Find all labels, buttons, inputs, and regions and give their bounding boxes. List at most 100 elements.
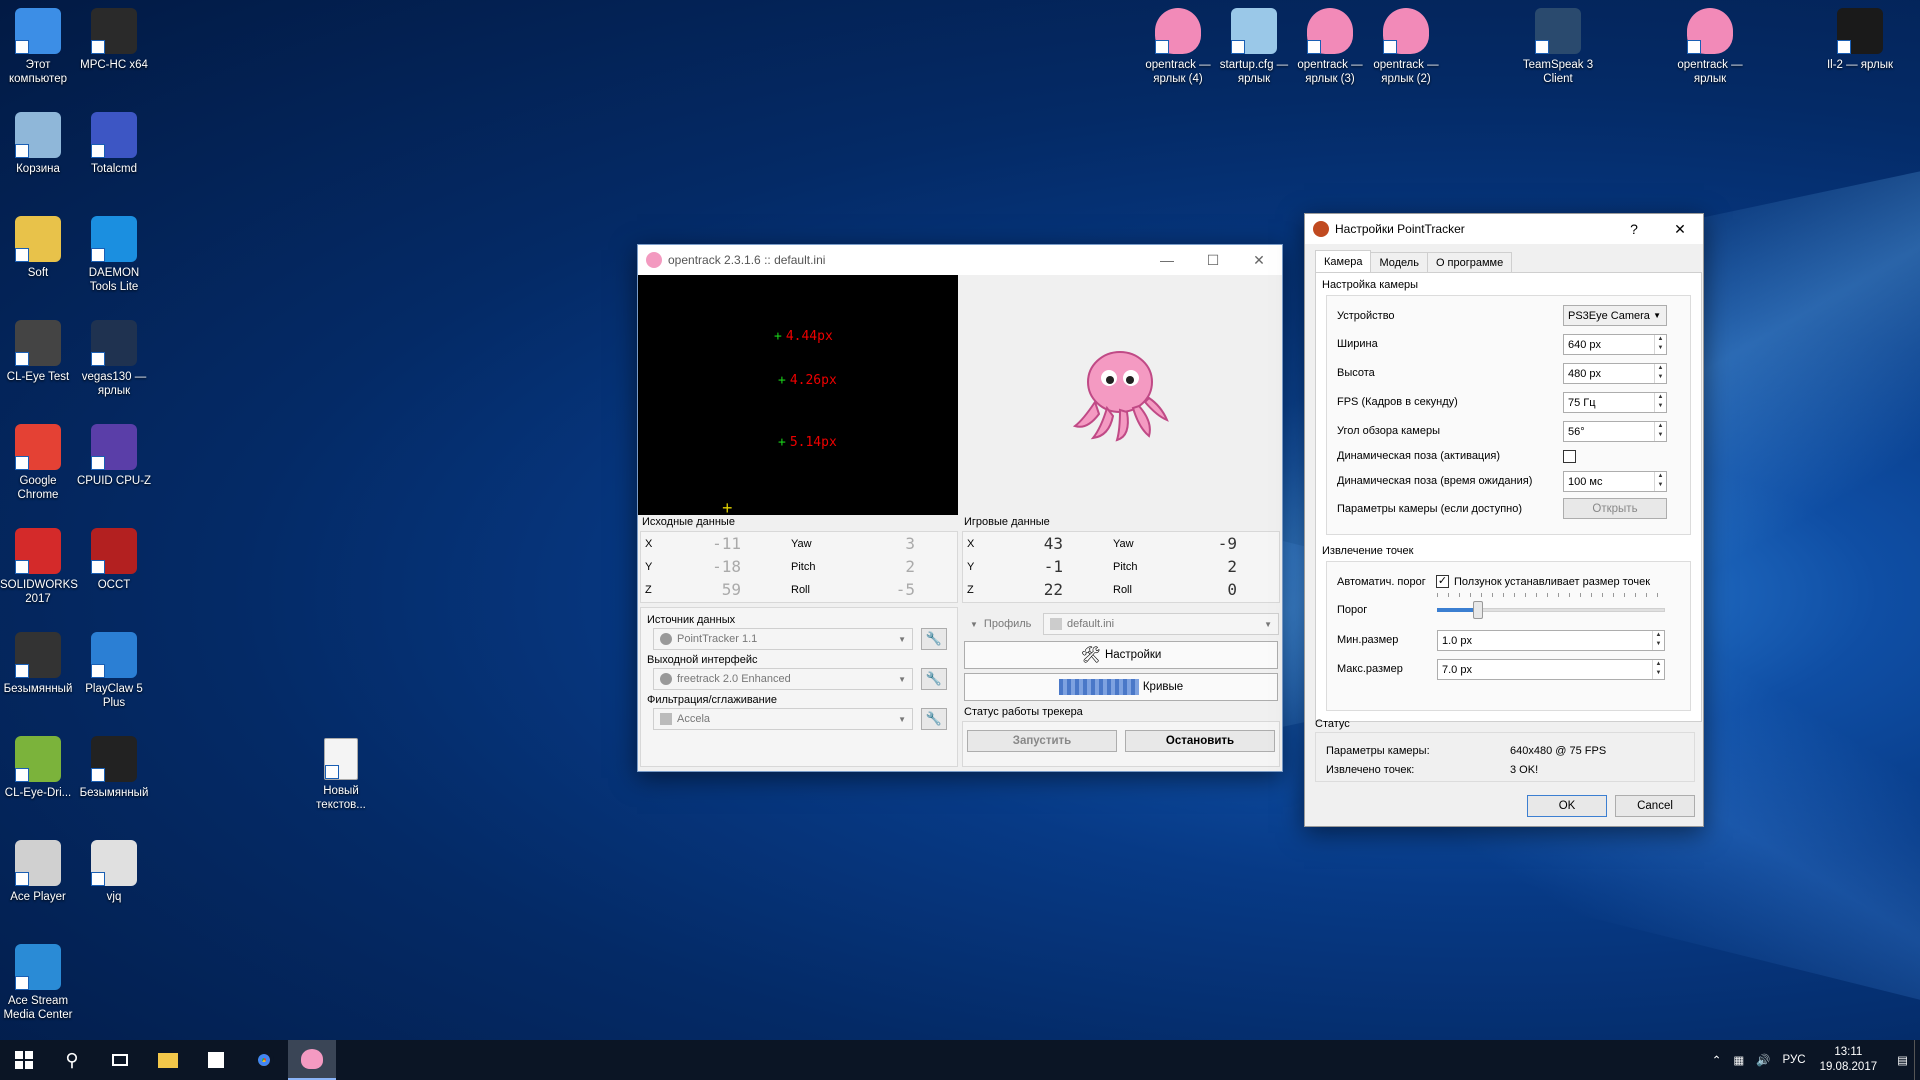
output-select[interactable]: freetrack 2.0 Enhanced ▼	[653, 668, 913, 690]
spin-arrows-icon[interactable]: ▲ ▼	[1652, 660, 1664, 679]
crosshair-icon: +	[722, 498, 733, 518]
maximize-button[interactable]: ☐	[1190, 245, 1236, 275]
profile-select[interactable]: default.ini ▼	[1043, 613, 1279, 635]
cancel-button[interactable]: Cancel	[1615, 795, 1695, 817]
search-button[interactable]: ⚲	[48, 1040, 96, 1080]
curves-button[interactable]: Кривые	[964, 673, 1278, 701]
dynpose-checkbox[interactable]	[1563, 450, 1576, 463]
open-camera-params-button[interactable]: Открыть	[1563, 498, 1667, 519]
desktop-icon[interactable]: SOLIDWORKS 2017	[0, 528, 78, 606]
close-button[interactable]: ✕	[1236, 245, 1282, 275]
spin-arrows-icon[interactable]: ▲ ▼	[1654, 472, 1666, 491]
help-button[interactable]: ?	[1611, 214, 1657, 244]
fov-spinbox[interactable]: 56° ▲ ▼	[1563, 421, 1667, 442]
height-spinbox[interactable]: 480 px ▲ ▼	[1563, 363, 1667, 384]
taskbar-store[interactable]	[192, 1040, 240, 1080]
desktop-icon[interactable]: Безымянный	[0, 632, 76, 696]
desktop-icon[interactable]: startup.cfg — ярлык	[1216, 8, 1292, 86]
axis-label-z: Z	[645, 584, 652, 596]
dyntime-spinbox[interactable]: 100 мс ▲ ▼	[1563, 471, 1667, 492]
desktop-icon[interactable]: opentrack — ярлык (3)	[1292, 8, 1368, 86]
taskbar-chrome[interactable]	[240, 1040, 288, 1080]
notification-icon[interactable]: ▤	[1897, 1053, 1908, 1067]
desktop-icon[interactable]: TeamSpeak 3 Client	[1520, 8, 1596, 86]
task-view-button[interactable]	[96, 1040, 144, 1080]
taskbar-opentrack[interactable]	[288, 1040, 336, 1080]
spin-arrows-icon[interactable]: ▲ ▼	[1654, 335, 1666, 354]
taskbar: ⚲ ⌃ ▦ 🔊 РУС 13:11 19.08.2017 ▤	[0, 1040, 1920, 1080]
desktop-icon[interactable]: Ace Stream Media Center	[0, 944, 76, 1022]
axis-label-yaw: Yaw	[791, 538, 812, 550]
filter-select[interactable]: Accela ▼	[653, 708, 913, 730]
threshold-slider-thumb[interactable]	[1473, 601, 1483, 619]
desktop-icon[interactable]: CPUID CPU-Z	[76, 424, 152, 488]
minimize-button[interactable]: —	[1144, 245, 1190, 275]
auto-threshold-checkbox[interactable]: ✓	[1436, 575, 1449, 588]
filter-settings-button[interactable]: 🔧	[921, 708, 947, 730]
desktop-icon[interactable]: Этот компьютер	[0, 8, 76, 86]
desktop-icon-new-text[interactable]: Новый текстов...	[303, 738, 379, 812]
pointtracker-titlebar[interactable]: Настройки PointTracker ? ✕	[1305, 214, 1703, 244]
output-settings-button[interactable]: 🔧	[921, 668, 947, 690]
spin-arrows-icon[interactable]: ▲ ▼	[1654, 422, 1666, 441]
desktop-icon[interactable]: DAEMON Tools Lite	[76, 216, 152, 294]
app-icon	[91, 424, 137, 470]
desktop-icon[interactable]: Ace Player	[0, 840, 76, 904]
desktop-icon[interactable]: Totalcmd	[76, 112, 152, 176]
spin-arrows-icon[interactable]: ▲ ▼	[1652, 631, 1664, 650]
app-icon	[1687, 8, 1733, 54]
desktop-icon[interactable]: Il-2 — ярлык	[1822, 8, 1898, 72]
desktop-icon[interactable]: Soft	[0, 216, 76, 280]
tab-camera[interactable]: Камера	[1315, 250, 1372, 273]
volume-icon[interactable]: 🔊	[1756, 1053, 1770, 1067]
ok-button[interactable]: OK	[1527, 795, 1607, 817]
desktop-icon[interactable]: CL-Eye Test	[0, 320, 76, 384]
desktop-icon[interactable]: Корзина	[0, 112, 76, 176]
desktop-icon[interactable]: CL-Eye-Dri...	[0, 736, 76, 800]
clock[interactable]: 13:11 19.08.2017	[1820, 1045, 1878, 1075]
device-select[interactable]: PS3Eye Camera ▼	[1563, 305, 1667, 326]
spin-arrows-icon[interactable]: ▲ ▼	[1654, 393, 1666, 412]
desktop-icon[interactable]: opentrack — ярлык (2)	[1368, 8, 1444, 86]
desktop-icon-label: vegas130 — ярлык	[81, 371, 147, 397]
threshold-label: Порог	[1337, 604, 1368, 616]
output-label: Выходной интерфейс	[647, 654, 758, 666]
maxsize-spinbox[interactable]: 7.0 px ▲ ▼	[1437, 659, 1665, 680]
desktop-icon[interactable]: vegas130 — ярлык	[76, 320, 152, 398]
source-settings-button[interactable]: 🔧	[921, 628, 947, 650]
fps-spinbox[interactable]: 75 Гц ▲ ▼	[1563, 392, 1667, 413]
tab-model[interactable]: Модель	[1370, 252, 1428, 273]
tab-about[interactable]: О программе	[1426, 252, 1513, 273]
profile-menu-button[interactable]: ▼ Профиль	[964, 613, 1040, 635]
desktop-icon[interactable]: Безымянный	[76, 736, 152, 800]
raw-value-roll: -5	[895, 580, 915, 599]
close-button[interactable]: ✕	[1657, 214, 1703, 244]
desktop-icon[interactable]: OCCT	[76, 528, 152, 592]
source-select[interactable]: PointTracker 1.1 ▼	[653, 628, 913, 650]
language-indicator[interactable]: РУС	[1783, 1054, 1806, 1066]
app-icon	[1535, 8, 1581, 54]
opentrack-titlebar[interactable]: opentrack 2.3.1.6 :: default.ini — ☐ ✕	[638, 245, 1282, 275]
tracker-icon	[660, 633, 672, 645]
network-icon[interactable]: ▦	[1733, 1053, 1744, 1067]
start-button[interactable]: Запустить	[967, 730, 1117, 752]
desktop-icon[interactable]: vjq	[76, 840, 152, 904]
minsize-spinbox[interactable]: 1.0 px ▲ ▼	[1437, 630, 1665, 651]
tracker-status-panel: Запустить Остановить	[962, 721, 1280, 767]
spin-arrows-icon[interactable]: ▲ ▼	[1654, 364, 1666, 383]
chevron-up-icon[interactable]: ⌃	[1712, 1053, 1722, 1067]
stop-button[interactable]: Остановить	[1125, 730, 1275, 752]
settings-button[interactable]: 🛠 Настройки	[964, 641, 1278, 669]
width-spinbox[interactable]: 640 px ▲ ▼	[1563, 334, 1667, 355]
desktop-icon[interactable]: PlayClaw 5 Plus	[76, 632, 152, 710]
show-desktop-button[interactable]	[1914, 1040, 1920, 1080]
pointtracker-window: Настройки PointTracker ? ✕ Камера Модель…	[1304, 213, 1704, 827]
start-button[interactable]	[0, 1040, 48, 1080]
camera-group: Устройство PS3Eye Camera ▼ Ширина 640 px…	[1326, 295, 1691, 535]
desktop-icon[interactable]: opentrack — ярлык (4)	[1140, 8, 1216, 86]
desktop-icon[interactable]: Google Chrome	[0, 424, 76, 502]
desktop-icon[interactable]: opentrack — ярлык	[1672, 8, 1748, 86]
taskbar-explorer[interactable]	[144, 1040, 192, 1080]
game-value-x: 43	[1043, 534, 1063, 553]
desktop-icon[interactable]: MPC-HC x64	[76, 8, 152, 72]
